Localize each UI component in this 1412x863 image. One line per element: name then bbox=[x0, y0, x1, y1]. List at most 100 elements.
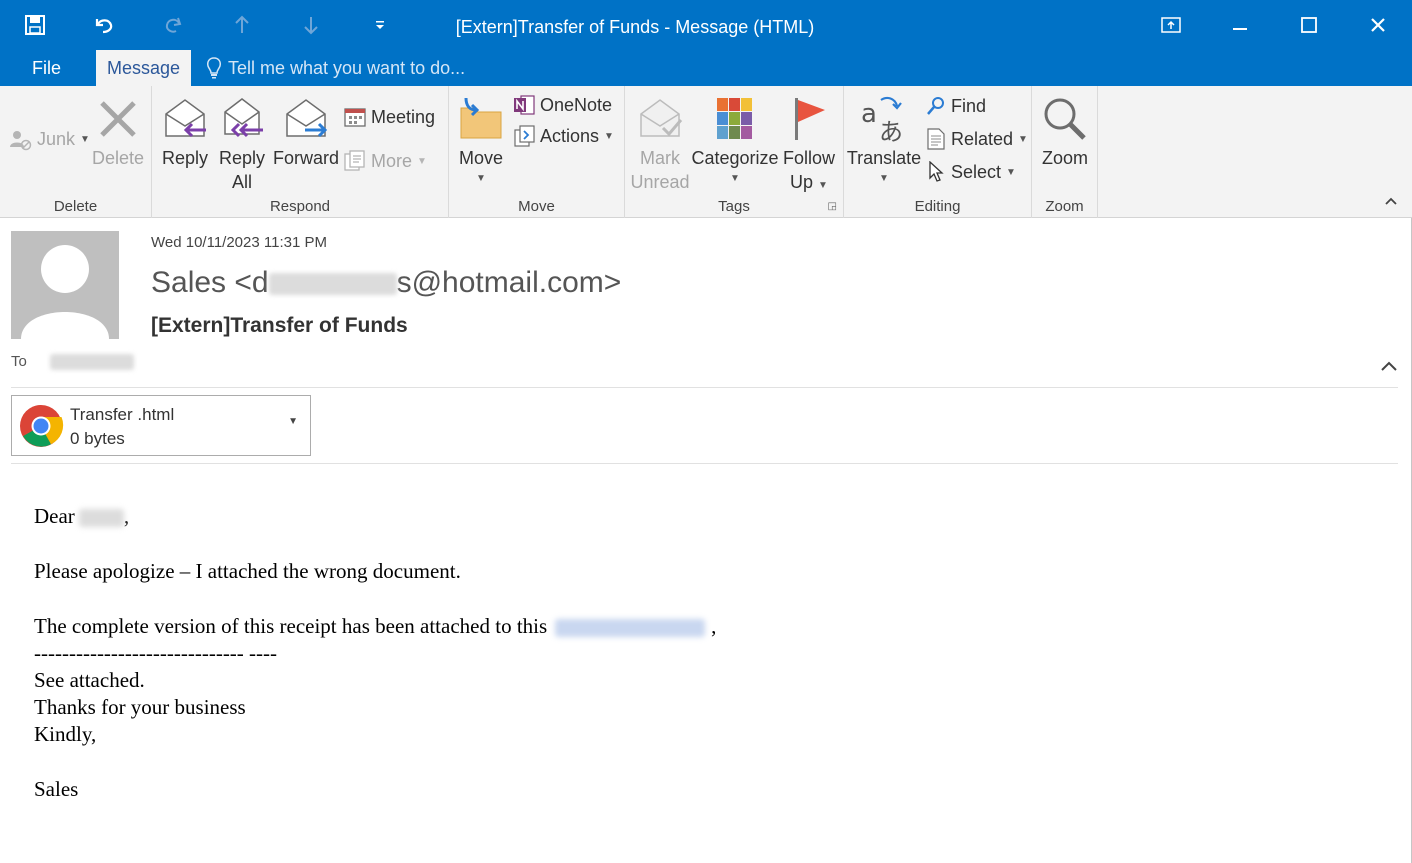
svg-text:a: a bbox=[861, 99, 877, 129]
ribbon-display-options-button[interactable] bbox=[1136, 0, 1205, 50]
delete-group: Junk ▼ Delete Delete bbox=[0, 86, 152, 218]
zoom-label: Zoom bbox=[1041, 148, 1088, 168]
reply-all-button[interactable]: Reply All bbox=[216, 92, 268, 194]
select-label: Select bbox=[951, 161, 1002, 182]
attachment-item[interactable]: Transfer .html 0 bytes ▼ bbox=[11, 395, 311, 456]
chrome-icon bbox=[20, 405, 64, 447]
collapse-ribbon-button[interactable] bbox=[1384, 193, 1398, 211]
message-subject: [Extern]Transfer of Funds bbox=[151, 314, 408, 337]
categorize-icon bbox=[717, 98, 752, 139]
body-line-2-text: The complete version of this receipt has… bbox=[34, 614, 548, 638]
categorize-dropdown-icon: ▼ bbox=[730, 173, 740, 184]
delete-button[interactable]: Delete bbox=[88, 92, 148, 170]
message-body: Dear, Please apologize – I attached the … bbox=[34, 503, 1334, 803]
follow-up-label-line2: Up ▼ bbox=[790, 170, 828, 198]
minimize-button[interactable] bbox=[1205, 0, 1274, 50]
minimize-icon bbox=[1232, 28, 1247, 30]
maximize-button[interactable] bbox=[1274, 0, 1343, 50]
calendar-icon bbox=[344, 108, 366, 127]
maximize-icon bbox=[1300, 17, 1317, 33]
redacted-recipient bbox=[50, 353, 134, 370]
select-dropdown-icon: ▼ bbox=[1006, 166, 1016, 178]
tell-me-search[interactable]: Tell me what you want to do... bbox=[206, 50, 465, 86]
tags-group: Mark Unread Categorize ▼ Follow Up ▼ ◲ Ta… bbox=[625, 86, 844, 218]
sent-date: Wed 10/11/2023 11:31 PM bbox=[151, 234, 327, 251]
more-label: More bbox=[371, 150, 413, 171]
respond-group: Reply Reply All Forward Meeting More ▼ Re… bbox=[152, 86, 449, 218]
body-greeting-text: Dear bbox=[34, 504, 75, 528]
translate-icon: aあ bbox=[861, 96, 903, 144]
move-button[interactable]: Move ▼ bbox=[455, 92, 507, 188]
body-line-5: Kindly, bbox=[34, 722, 97, 746]
categorize-button[interactable]: Categorize ▼ bbox=[691, 92, 779, 188]
chevron-up-icon bbox=[1381, 361, 1397, 371]
to-recipient[interactable] bbox=[50, 353, 134, 371]
categorize-label: Categorize bbox=[691, 148, 779, 168]
delete-label: Delete bbox=[91, 148, 145, 168]
person-icon bbox=[21, 245, 109, 339]
tags-group-label: Tags bbox=[718, 198, 750, 215]
title-bar: [Extern]Transfer of Funds - Message (HTM… bbox=[0, 0, 1412, 50]
reply-icon bbox=[165, 99, 206, 138]
related-button[interactable]: Related ▼ bbox=[926, 124, 1028, 154]
select-button[interactable]: Select ▼ bbox=[926, 157, 1016, 187]
ribbon-tab-row: File Message Tell me what you want to do… bbox=[0, 50, 1412, 86]
mark-unread-button[interactable]: Mark Unread bbox=[629, 92, 691, 194]
window-title: [Extern]Transfer of Funds - Message (HTM… bbox=[455, 17, 815, 37]
translate-dropdown-icon: ▼ bbox=[879, 173, 889, 184]
zoom-group: Zoom Zoom bbox=[1032, 86, 1098, 218]
translate-button[interactable]: aあ Translate ▼ bbox=[846, 92, 922, 188]
mark-unread-label-line1: Mark bbox=[640, 148, 680, 168]
sender-address[interactable]: Sales <d s@hotmail.com> bbox=[151, 266, 621, 300]
onenote-button[interactable]: OneNote bbox=[513, 90, 612, 120]
onenote-label: OneNote bbox=[540, 94, 613, 115]
more-dropdown-icon: ▼ bbox=[417, 155, 427, 167]
zoom-button[interactable]: Zoom bbox=[1036, 92, 1094, 170]
body-greeting-end: , bbox=[123, 504, 130, 528]
forward-button[interactable]: Forward bbox=[272, 92, 340, 170]
sender-suffix: s@hotmail.com> bbox=[396, 266, 622, 299]
body-signature: Sales bbox=[34, 777, 79, 801]
move-dropdown-icon: ▼ bbox=[476, 173, 486, 184]
collapse-header-button[interactable] bbox=[1380, 359, 1398, 377]
tab-message[interactable]: Message bbox=[96, 50, 191, 86]
message-header: Wed 10/11/2023 11:31 PM Sales <d s@hotmai… bbox=[0, 218, 1412, 388]
follow-up-button[interactable]: Follow Up ▼ bbox=[781, 92, 837, 198]
move-group: Move ▼ OneNote Actions ▼ Move bbox=[449, 86, 625, 218]
tab-file[interactable]: File bbox=[20, 50, 73, 86]
body-greeting: Dear, bbox=[34, 503, 1334, 530]
attachment-name: Transfer .html bbox=[70, 405, 175, 424]
attachment-dropdown-icon[interactable]: ▼ bbox=[288, 416, 298, 427]
move-group-label: Move bbox=[518, 198, 555, 215]
ribbon-display-icon bbox=[1160, 17, 1181, 33]
more-respond-button[interactable]: More ▼ bbox=[344, 146, 427, 176]
reply-all-icon bbox=[224, 98, 263, 138]
attachment-divider bbox=[11, 463, 1398, 464]
move-folder-icon bbox=[460, 97, 502, 139]
related-dropdown-icon: ▼ bbox=[1018, 133, 1028, 145]
related-label: Related bbox=[951, 128, 1014, 149]
body-line-2-end: , bbox=[711, 614, 717, 638]
meeting-button[interactable]: Meeting bbox=[344, 102, 435, 132]
header-divider bbox=[11, 387, 1398, 388]
junk-button[interactable]: Junk ▼ bbox=[8, 124, 90, 154]
reply-label: Reply bbox=[161, 148, 209, 168]
mark-unread-label-line2: Unread bbox=[630, 172, 690, 192]
svg-text:あ: あ bbox=[879, 118, 903, 144]
body-line-3: See attached. bbox=[34, 668, 145, 692]
delete-x-icon bbox=[100, 101, 136, 137]
sender-avatar bbox=[11, 231, 119, 339]
cursor-icon bbox=[929, 161, 944, 182]
sender-prefix: Sales <d bbox=[151, 266, 269, 299]
close-button[interactable] bbox=[1343, 0, 1412, 50]
redacted-link[interactable] bbox=[555, 619, 706, 638]
junk-icon bbox=[10, 131, 32, 151]
reply-button[interactable]: Reply bbox=[160, 92, 210, 170]
flag-icon bbox=[795, 98, 825, 140]
redacted-sender bbox=[268, 273, 397, 296]
body-line-1: Please apologize – I attached the wrong … bbox=[34, 559, 461, 583]
actions-button[interactable]: Actions ▼ bbox=[513, 121, 614, 151]
editing-group: aあ Translate ▼ Find Related ▼ Select ▼ Edi… bbox=[844, 86, 1032, 218]
find-button[interactable]: Find bbox=[926, 91, 986, 121]
more-respond-icon bbox=[344, 150, 365, 171]
